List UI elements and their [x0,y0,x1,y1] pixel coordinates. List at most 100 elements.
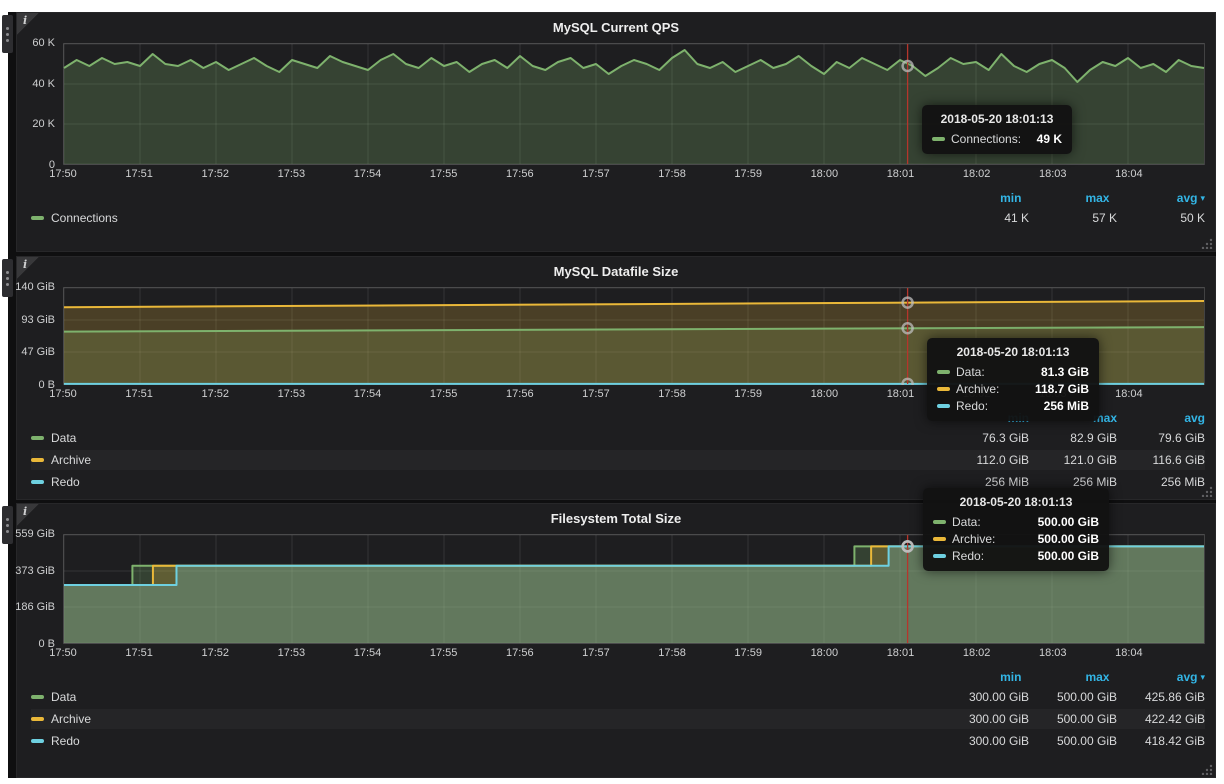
tooltip-series-label: Archive: [956,382,999,396]
x-axis-tick-label: 17:59 [734,388,762,400]
series-color-swatch [933,537,946,541]
stat-min: 76.3 GiB [941,431,1029,445]
panel-info-icon[interactable]: i [17,13,39,35]
x-axis-tick-label: 17:54 [354,168,382,180]
tooltip-datafile: 2018-05-20 18:01:13 Data: 81.3 GiB Archi… [927,338,1099,421]
x-axis-tick-label: 17:52 [202,168,230,180]
x-axis-tick-label: 18:01 [887,388,915,400]
legend-sort-avg[interactable]: avg [1109,670,1197,684]
x-axis-tick-label: 17:58 [658,647,686,659]
x-axis-tick-label: 17:53 [278,647,306,659]
y-axis-tick-label: 20 K [32,118,55,130]
x-axis-tick-label: 18:00 [811,168,839,180]
stat-min: 300.00 GiB [941,734,1029,748]
tooltip-value: 500.00 GiB [1024,532,1099,546]
series-color-swatch [937,404,950,408]
tooltip-row: Redo: 500.00 GiB [933,549,1099,563]
tooltip-row: Archive: 118.7 GiB [937,382,1089,396]
tooltip-qps: 2018-05-20 18:01:13 Connections: 49 K [922,105,1072,154]
panel-title[interactable]: MySQL Datafile Size [17,257,1215,287]
x-axis-tick-label: 17:53 [278,168,306,180]
x-axis-tick-label: 17:57 [582,647,610,659]
panel-info-icon[interactable]: i [17,257,39,279]
legend-sort-max[interactable]: max [1021,191,1109,205]
x-axis-tick-label: 17:59 [734,168,762,180]
tooltip-value: 81.3 GiB [1027,365,1089,379]
legend-row: Data 76.3 GiB 82.9 GiB 79.6 GiB [31,428,1205,448]
panel-drag-handle[interactable] [2,15,13,53]
x-axis-tick-label: 18:04 [1115,168,1143,180]
y-axis-tick-label: 47 GiB [21,346,55,358]
tooltip-row: Connections: 49 K [932,132,1062,146]
y-axis-tick-label: 373 GiB [15,565,55,577]
tooltip-row: Archive: 500.00 GiB [933,532,1099,546]
x-axis-tick-label: 17:50 [49,647,77,659]
series-color-swatch [31,480,44,484]
x-axis-tick-label: 17:51 [125,388,153,400]
legend-sort-avg[interactable]: avg [1109,191,1197,205]
stat-max: 121.0 GiB [1029,453,1117,467]
series-color-swatch [31,695,44,699]
series-color-swatch [933,520,946,524]
x-axis-tick-label: 17:59 [734,647,762,659]
tooltip-timestamp: 2018-05-20 18:01:13 [933,495,1099,509]
legend: min max avg ▾ Connections 41 K 57 K 50 K [17,183,1215,251]
series-name[interactable]: Redo [51,734,80,748]
tooltip-series-label: Archive: [952,532,995,546]
x-axis-tick-label: 17:55 [430,388,458,400]
x-axis-tick-label: 18:03 [1039,647,1067,659]
legend-stats-header: min max avg ▾ [31,667,1205,687]
legend: min max avg ▾ Data 300.00 GiB 500.00 GiB… [17,662,1215,777]
panel-title[interactable]: MySQL Current QPS [17,13,1215,43]
series-name[interactable]: Data [51,431,76,445]
series-color-swatch [31,717,44,721]
x-axis-tick-label: 17:54 [354,388,382,400]
resize-grip-icon[interactable] [1200,762,1213,775]
series-color-swatch [933,554,946,558]
resize-grip-icon[interactable] [1200,484,1213,497]
y-axis-tick-label: 93 GiB [21,314,55,326]
series-color-swatch [31,458,44,462]
sort-caret-icon: ▾ [1200,672,1205,683]
legend-sort-min[interactable]: min [933,191,1021,205]
legend-sort-max[interactable]: max [1021,670,1109,684]
x-axis-tick-label: 17:55 [430,168,458,180]
x-axis-tick-label: 18:00 [811,388,839,400]
y-axis-tick-label: 559 GiB [15,528,55,540]
x-axis-tick-label: 18:04 [1115,647,1143,659]
x-axis-tick-label: 17:50 [49,168,77,180]
tooltip-value: 256 MiB [1030,399,1089,413]
resize-grip-icon[interactable] [1200,236,1213,249]
x-axis-tick-label: 17:56 [506,647,534,659]
x-axis-tick-label: 17:55 [430,647,458,659]
panel-drag-handle[interactable] [2,506,13,544]
tooltip-row: Data: 500.00 GiB [933,515,1099,529]
series-name[interactable]: Data [51,690,76,704]
x-axis-tick-label: 18:03 [1039,168,1067,180]
tooltip-series-label: Data: [956,365,985,379]
series-name[interactable]: Archive [51,453,91,467]
panel-drag-handle[interactable] [2,259,13,297]
series-color-swatch [937,370,950,374]
stat-max: 256 MiB [1029,475,1117,489]
y-axis: 020 K40 K60 K [17,43,63,165]
tooltip-timestamp: 2018-05-20 18:01:13 [932,112,1062,126]
dashboard: i MySQL Current QPS 020 K40 K60 K 17:50 1… [8,12,1216,778]
x-axis-tick-label: 17:52 [202,388,230,400]
legend-row: Connections 41 K 57 K 50 K [31,208,1205,228]
stat-min: 41 K [941,211,1029,225]
legend-sort-min[interactable]: min [933,670,1021,684]
series-name[interactable]: Redo [51,475,80,489]
stat-min: 112.0 GiB [941,453,1029,467]
series-color-swatch [31,436,44,440]
stat-min: 256 MiB [941,475,1029,489]
x-axis-tick-label: 17:52 [202,647,230,659]
stat-max: 57 K [1029,211,1117,225]
tooltip-series-label: Connections: [951,132,1021,146]
panel-info-icon[interactable]: i [17,504,39,526]
series-name[interactable]: Connections [51,211,118,225]
series-name[interactable]: Archive [51,712,91,726]
stat-avg: 418.42 GiB [1117,734,1205,748]
legend-sort-avg[interactable]: avg [1117,411,1205,425]
y-axis: 0 B47 GiB93 GiB140 GiB [17,287,63,385]
